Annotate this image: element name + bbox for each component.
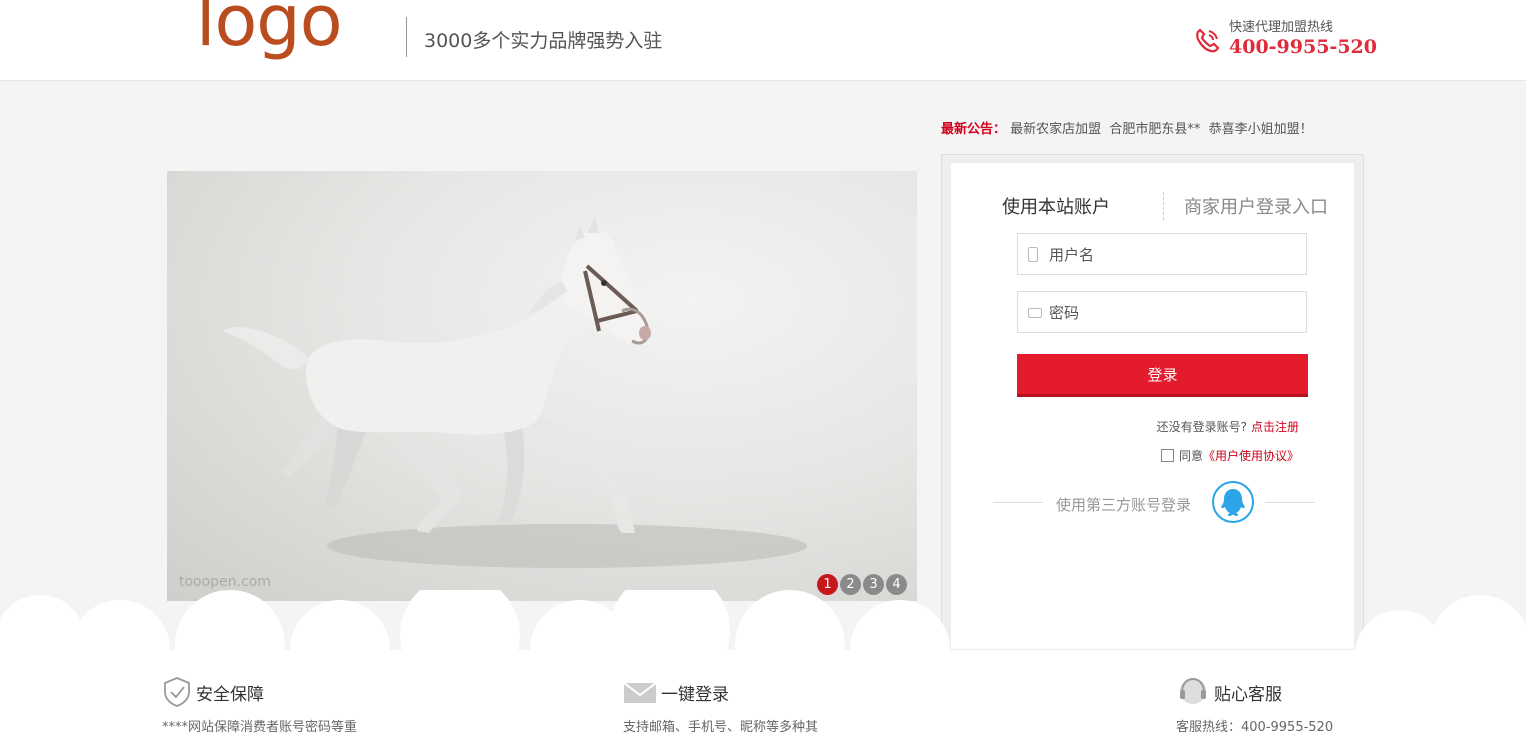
agreement-row: 同意 《用户使用协议》 — [1160, 447, 1299, 464]
feature-service-title: 贴心客服 — [1214, 685, 1282, 705]
mobile-icon — [1028, 247, 1038, 262]
hotline-number: 400-9955-520 — [1229, 36, 1377, 58]
banner-carousel[interactable]: tooopen.com 1 2 3 4 — [167, 171, 917, 601]
third-party-line-left — [993, 502, 1043, 503]
header-divider — [406, 17, 407, 57]
site-logo[interactable]: logo — [196, 0, 343, 56]
tab-divider — [1163, 192, 1165, 220]
tab-site-account[interactable]: 使用本站账户 — [1002, 193, 1110, 219]
third-party-login: 使用第三方账号登录 — [993, 481, 1315, 531]
mail-icon — [623, 682, 657, 703]
keyboard-icon — [1028, 308, 1042, 318]
image-watermark: tooopen.com — [179, 574, 271, 590]
username-input[interactable] — [1047, 234, 1301, 276]
feature-service-desc: 客服热线：400-9955-520 — [1176, 720, 1334, 735]
third-party-line-right — [1265, 502, 1315, 503]
horse-image — [222, 216, 807, 568]
tab-merchant-login[interactable]: 商家用户登录入口 — [1184, 193, 1328, 219]
features-footer: 安全保障 ****网站保障消费者账号密码等重 一键登录 支持邮箱、手机号、昵称等… — [0, 658, 1526, 742]
register-prompt-text: 还没有登录账号? — [1156, 420, 1247, 434]
register-link[interactable]: 点击注册 — [1251, 420, 1299, 434]
password-input[interactable] — [1047, 292, 1301, 334]
announcement-text[interactable]: 最新农家店加盟 合肥市肥东县** 恭喜李小姐加盟！ — [1010, 122, 1313, 137]
qq-icon[interactable] — [1212, 481, 1254, 523]
phone-icon — [1196, 28, 1220, 53]
header-slogan: 3000多个实力品牌强势入驻 — [424, 30, 663, 52]
announcement-label: 最新公告： — [941, 122, 1007, 137]
login-form: 使用本站账户 商家用户登录入口 登录 还没有登录账号? 点击注册 同意《用户使用协… — [951, 163, 1354, 649]
site-header: logo 3000多个实力品牌强势入驻 快速代理加盟热线 400-9955-52… — [0, 0, 1526, 81]
feature-login-title: 一键登录 — [661, 685, 729, 705]
feature-login-desc: 支持邮箱、手机号、昵称等多种其 — [623, 720, 819, 735]
username-field — [1017, 233, 1307, 276]
login-panel: 使用本站账户 商家用户登录入口 登录 还没有登录账号? 点击注册 同意《用户使用协… — [941, 154, 1364, 658]
agree-prefix: 同意 — [1178, 449, 1203, 463]
hotline-label: 快速代理加盟热线 — [1229, 20, 1334, 35]
user-agreement-link[interactable]: 《用户使用协议》 — [1203, 447, 1299, 464]
third-party-label: 使用第三方账号登录 — [1056, 496, 1192, 514]
feature-security-title: 安全保障 — [196, 685, 264, 705]
agree-checkbox[interactable] — [1160, 449, 1174, 462]
register-prompt: 还没有登录账号? 点击注册 — [1157, 418, 1299, 435]
announcement-bar: 最新公告： 最新农家店加盟 合肥市肥东县** 恭喜李小姐加盟！ — [941, 118, 1313, 137]
password-field — [1017, 291, 1307, 334]
feature-security-desc: ****网站保障消费者账号密码等重 — [162, 720, 358, 735]
headset-icon — [1180, 677, 1206, 704]
login-button[interactable]: 登录 — [1017, 354, 1308, 397]
shield-icon — [164, 677, 190, 707]
